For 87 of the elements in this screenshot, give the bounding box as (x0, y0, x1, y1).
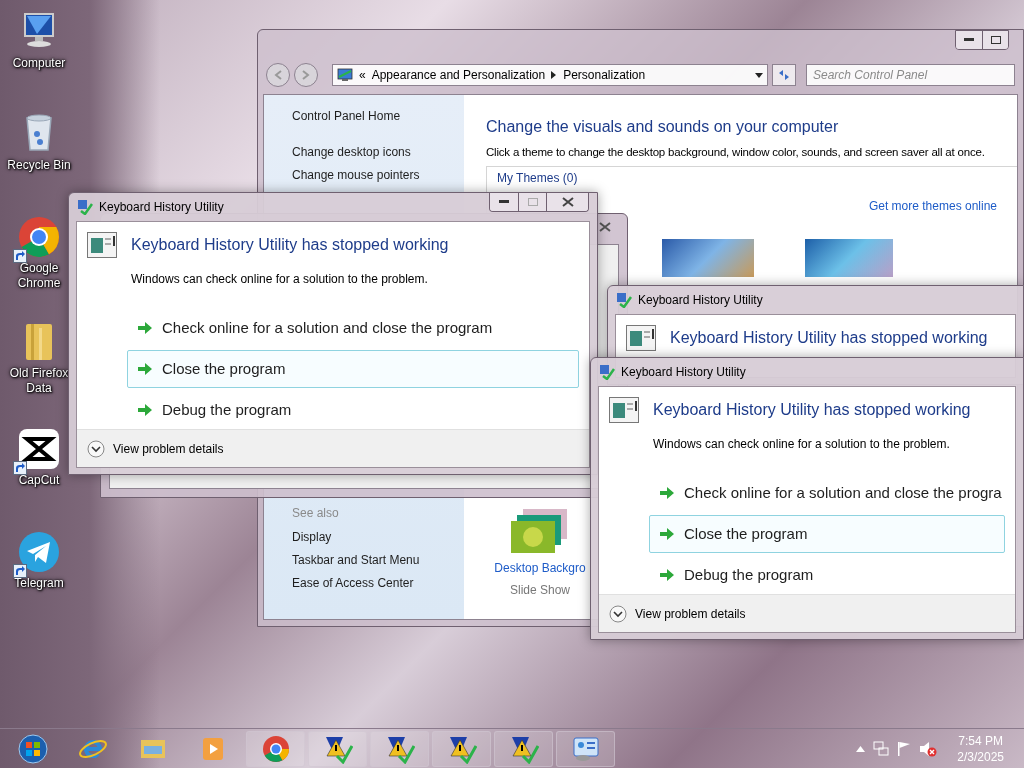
desktop-icon-label: Telegram (13, 576, 65, 591)
maximize-icon (990, 36, 1001, 44)
flag-icon[interactable] (897, 740, 912, 757)
breadcrumb-item[interactable]: Personalization (563, 66, 646, 84)
minimize-icon (964, 38, 974, 42)
paper-plane-icon[interactable] (17, 530, 61, 574)
sidebar-link[interactable]: Display (292, 530, 464, 545)
taskbar-button[interactable] (370, 730, 429, 767)
arrow-right-icon (138, 404, 152, 416)
address-bar[interactable]: « Appearance and Personalization Personalization (332, 64, 768, 86)
sidebar-link[interactable]: Taskbar and Start Menu (292, 553, 464, 568)
search-field[interactable]: Search Control Panel (806, 64, 1015, 86)
refresh-button[interactable] (772, 64, 796, 86)
desktop-background-sublabel: Slide Show (509, 582, 570, 599)
chevron-down-circle-icon (87, 439, 105, 458)
program-window-icon (626, 325, 656, 351)
dialog-option[interactable]: Close the program (649, 515, 1005, 553)
taskbar-button[interactable] (432, 730, 491, 767)
dropdown-arrow-icon (755, 72, 763, 78)
dialog-heading: Keyboard History Utility has stopped working (653, 400, 971, 420)
dialog-option[interactable]: Check online for a solution and close the program (127, 309, 579, 347)
app-icon (616, 292, 632, 308)
desktop-icon-label: CapCut (17, 473, 61, 488)
page-description: Click a theme to change the desktop background, window color, sounds, and screen saver all at once. (486, 145, 985, 160)
app-icon (77, 199, 93, 215)
see-also-label: See also (292, 505, 340, 522)
get-more-themes-link[interactable]: Get more themes online (868, 197, 997, 216)
app-icon (599, 364, 615, 380)
volume-muted-icon[interactable] (919, 740, 938, 757)
breadcrumb-item[interactable]: Appearance and Personalization (371, 66, 546, 84)
sidebar-link[interactable]: Control Panel Home (292, 109, 464, 124)
taskbar-button[interactable] (308, 730, 367, 767)
dialog-option[interactable]: Debug the program (649, 556, 1005, 594)
capcut-logo-icon[interactable] (17, 427, 61, 471)
desktop-icon-label: Computer (11, 56, 67, 71)
breadcrumb-overflow[interactable]: « (359, 66, 366, 84)
dialog-title: Keyboard History Utility (99, 199, 224, 216)
taskbar-button[interactable] (494, 730, 553, 767)
refresh-icon (777, 69, 791, 81)
theme-thumbnail[interactable] (805, 239, 893, 278)
close-icon (599, 222, 611, 232)
picture-stack-icon (511, 509, 569, 555)
chevron-up-icon[interactable] (856, 745, 866, 752)
chrome-logo-icon[interactable] (17, 215, 61, 259)
sidebar-link[interactable]: Change desktop icons (292, 145, 464, 160)
program-window-icon (87, 232, 117, 258)
dialog-heading: Keyboard History Utility has stopped working (670, 328, 988, 348)
close-button[interactable] (546, 193, 588, 211)
theme-thumbnail[interactable] (662, 239, 754, 278)
dialog-message: Windows can check online for a solution to the problem. (652, 436, 951, 453)
dialog-option[interactable]: Debug the program (127, 391, 579, 429)
dialog-heading: Keyboard History Utility has stopped working (131, 235, 449, 255)
dialog-option[interactable]: Check online for a solution and close the progra (649, 474, 1005, 512)
dialog-title: Keyboard History Utility (638, 292, 763, 309)
desktop-background-item[interactable]: Desktop Backgro Slide Show (490, 509, 590, 599)
minimize-button[interactable] (490, 193, 518, 211)
arrow-right-icon (138, 363, 152, 375)
page-heading: Change the visuals and sounds on your computer (486, 117, 840, 137)
arrow-right-icon (660, 528, 674, 540)
dialog-message: Windows can check online for a solution to the problem. (130, 271, 429, 288)
desktop-icon-label: Google Chrome (16, 261, 62, 291)
taskbar-button[interactable] (246, 730, 305, 767)
chrome-logo-icon (260, 733, 291, 764)
chevron-down-circle-icon (609, 604, 627, 623)
sidebar-link[interactable]: Ease of Access Center (292, 576, 464, 591)
minimize-button[interactable] (956, 31, 982, 49)
arrow-right-icon (660, 569, 674, 581)
maximize-button[interactable] (982, 31, 1008, 49)
close-icon (561, 197, 574, 207)
chevron-right-icon (551, 71, 558, 79)
minimize-icon (499, 200, 509, 204)
dialog-title: Keyboard History Utility (621, 364, 746, 381)
taskbar-button[interactable] (556, 730, 615, 767)
desktop-icon-label: Old Firefox Data (8, 366, 70, 396)
desktop-background-link[interactable]: Desktop Backgro (494, 561, 586, 576)
program-window-icon (609, 397, 639, 423)
maximize-icon (527, 198, 538, 206)
desktop-icon-label: Recycle Bin (6, 158, 72, 173)
sidebar-link[interactable]: Change mouse pointers (292, 168, 464, 183)
view-details-toggle[interactable]: View problem details (87, 439, 224, 458)
dialog-option[interactable]: Close the program (127, 350, 579, 388)
control-panel-icon (337, 68, 353, 82)
view-details-toggle[interactable]: View problem details (609, 604, 746, 623)
arrow-right-icon (660, 487, 674, 499)
theme-group-label: My Themes (0) (497, 170, 579, 188)
arrow-right-icon (138, 322, 152, 334)
windows-orb-icon (18, 733, 48, 764)
